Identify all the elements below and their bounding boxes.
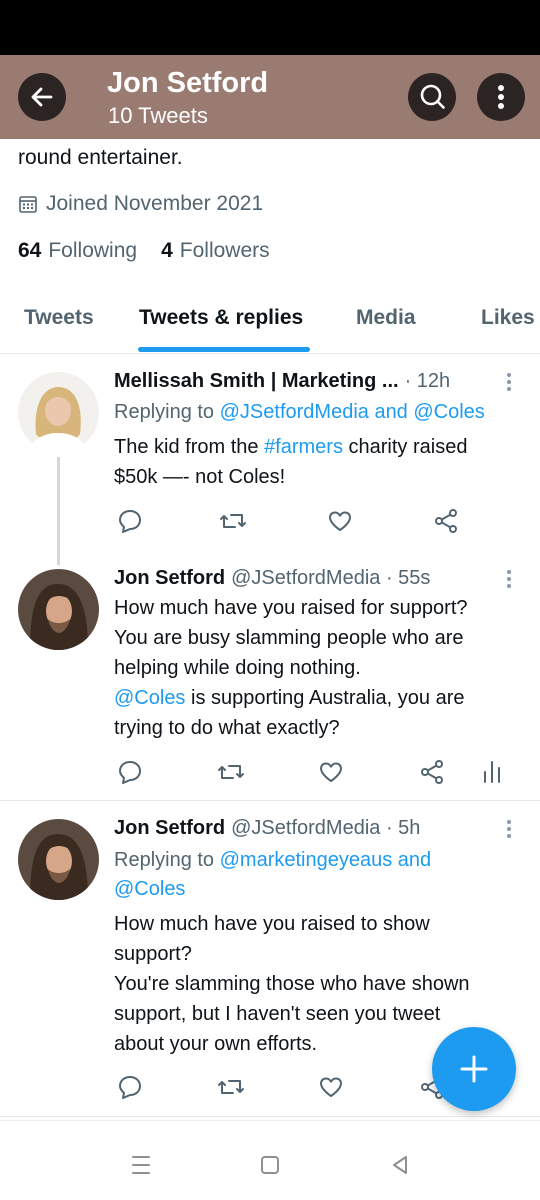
followers-label: Followers xyxy=(179,239,270,262)
avatar-jon-setford xyxy=(18,569,99,650)
mention-link[interactable]: @Coles xyxy=(114,878,185,900)
more-vertical-icon xyxy=(498,85,504,109)
joined-text: Joined November 2021 xyxy=(46,192,264,215)
tweet-text-line: You're slamming those who have shown xyxy=(114,973,470,995)
search-icon xyxy=(420,84,445,109)
tab-tweets-replies[interactable]: Tweets & replies xyxy=(139,306,303,330)
avatar-mellissah xyxy=(18,372,99,453)
tweet-text-line: helping while doing nothing. xyxy=(114,657,361,679)
following-label: Following xyxy=(48,239,138,262)
author-name[interactable]: Jon Setford xyxy=(114,567,225,590)
follow-stats: 64 Following 4 Followers xyxy=(18,239,294,263)
status-bar xyxy=(0,0,540,55)
tweet-text-line: How much have you raised for support? xyxy=(114,597,468,619)
tweet-time: · 55s xyxy=(385,567,431,589)
tweet-more-icon[interactable] xyxy=(503,817,515,841)
followers-link[interactable]: 4 Followers xyxy=(161,239,270,263)
avatar[interactable] xyxy=(18,819,99,900)
hashtag-link[interactable]: #farmers xyxy=(264,436,343,458)
avatar-jon-setford xyxy=(18,819,99,900)
author-name[interactable]: Jon Setford xyxy=(114,817,225,840)
profile-tabs: Tweets Tweets & replies Media Likes xyxy=(0,290,540,354)
joined-date: Joined November 2021 xyxy=(18,192,263,216)
calendar-icon xyxy=(19,196,37,213)
tweet-header: Jon Setford @JSetfordMedia · 55s xyxy=(114,567,430,590)
tweet-actions xyxy=(0,507,540,537)
tab-media[interactable]: Media xyxy=(356,306,416,330)
mention-link[interactable]: @marketingeyeaus and xyxy=(220,849,432,871)
compose-tweet-button[interactable] xyxy=(432,1027,516,1111)
profile-bio: round entertainer. xyxy=(18,146,183,169)
author-handle: @JSetfordMedia xyxy=(231,817,381,839)
like-icon[interactable] xyxy=(317,1073,345,1101)
replying-to: Replying to @JSetfordMedia and @Coles xyxy=(114,401,485,423)
tweet-header: Mellissah Smith | Marketing ... · 12h xyxy=(114,370,450,393)
header-name: Jon Setford xyxy=(107,67,269,99)
avatar[interactable] xyxy=(18,569,99,650)
tab-tweets[interactable]: Tweets xyxy=(24,306,94,330)
tab-likes[interactable]: Likes xyxy=(481,306,535,330)
plus-icon xyxy=(460,1055,488,1083)
search-button[interactable] xyxy=(408,73,456,121)
recents-icon[interactable] xyxy=(127,1151,155,1179)
tweet-more-icon[interactable] xyxy=(503,370,515,394)
header-tweet-count: 10 Tweets xyxy=(108,103,208,128)
tweet-header: Jon Setford @JSetfordMedia · 5h xyxy=(114,817,420,840)
tweet-text-line: $50k —- not Coles! xyxy=(114,466,286,488)
mention-link[interactable]: @JSetfordMedia and @Coles xyxy=(220,401,485,423)
following-link[interactable]: 64 Following xyxy=(18,239,137,263)
retweet-icon[interactable] xyxy=(217,1073,245,1101)
author-handle: @JSetfordMedia xyxy=(231,567,381,589)
like-icon[interactable] xyxy=(317,758,345,786)
system-nav-bar xyxy=(0,1120,540,1200)
tweet-time: · 5h xyxy=(385,817,421,839)
replying-to: Replying to @marketingeyeaus and xyxy=(114,849,432,871)
reply-icon[interactable] xyxy=(116,507,144,535)
tweet-actions xyxy=(0,758,540,788)
avatar[interactable] xyxy=(18,372,99,453)
tweet-divider xyxy=(0,1116,540,1117)
following-count: 64 xyxy=(18,239,42,262)
reply-icon[interactable] xyxy=(116,1073,144,1101)
mention-link[interactable]: @Coles xyxy=(114,687,185,709)
tweet-text-line: support? xyxy=(114,943,192,965)
retweet-icon[interactable] xyxy=(217,758,245,786)
more-button[interactable] xyxy=(477,73,525,121)
tweet-text-line: trying to do what exactly? xyxy=(114,717,340,739)
back-button[interactable] xyxy=(18,73,66,121)
tweet-time: · 12h xyxy=(404,370,451,392)
replying-to-cont: @Coles xyxy=(114,878,185,901)
tweet-text-line: about your own efforts. xyxy=(114,1033,318,1055)
active-tab-indicator xyxy=(138,347,310,352)
analytics-icon[interactable] xyxy=(478,758,506,786)
share-icon[interactable] xyxy=(418,758,446,786)
tweet-text-line: How much have you raised to show xyxy=(114,913,430,935)
retweet-icon[interactable] xyxy=(219,507,247,535)
back-arrow-icon xyxy=(31,87,53,107)
share-icon[interactable] xyxy=(432,507,460,535)
tweet-text-line: @Coles is supporting Australia, you are xyxy=(114,687,465,709)
reply-icon[interactable] xyxy=(116,758,144,786)
tweet-text-line: The kid from the #farmers charity raised xyxy=(114,436,468,458)
profile-header: Jon Setford 10 Tweets xyxy=(0,55,540,139)
tweet-divider xyxy=(0,800,540,801)
tweet-text-line: You are busy slamming people who are xyxy=(114,627,464,649)
like-icon[interactable] xyxy=(326,507,354,535)
followers-count: 4 xyxy=(161,239,173,262)
back-icon[interactable] xyxy=(386,1151,414,1179)
tweet-text-line: support, but I haven't seen you tweet xyxy=(114,1003,441,1025)
tweet-more-icon[interactable] xyxy=(503,567,515,591)
author-name[interactable]: Mellissah Smith | Marketing ... xyxy=(114,370,399,393)
home-icon[interactable] xyxy=(256,1151,284,1179)
